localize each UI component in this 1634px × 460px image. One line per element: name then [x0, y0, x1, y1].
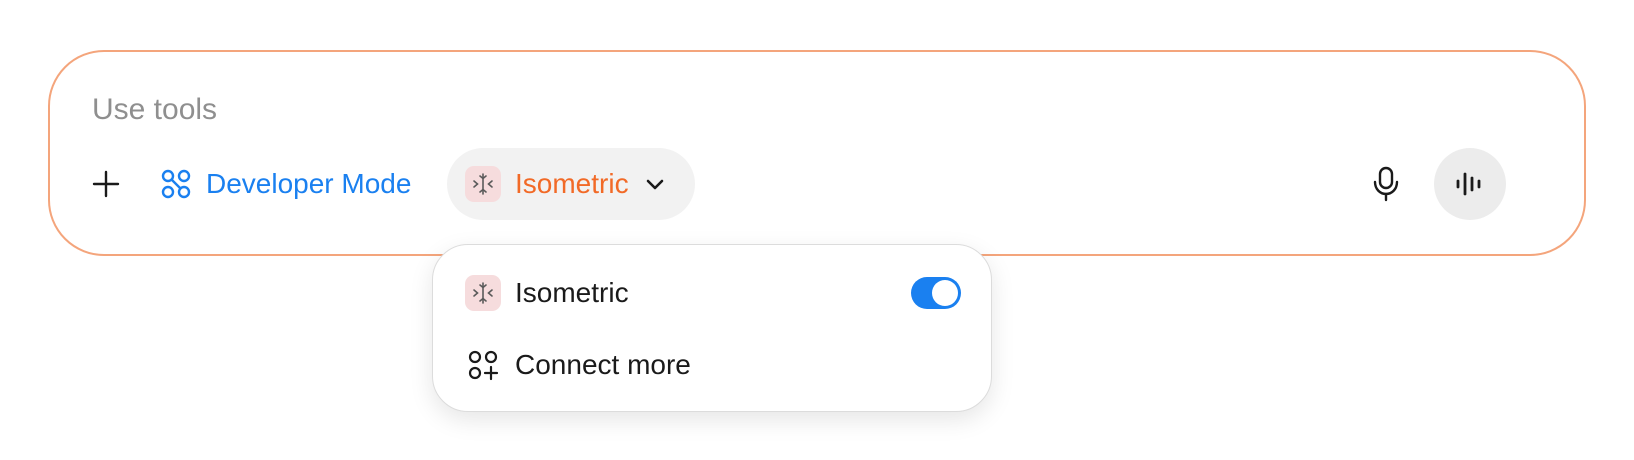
menu-item-label: Isometric	[515, 277, 629, 308]
isometric-toggle[interactable]	[911, 277, 961, 309]
isometric-app-icon	[465, 275, 501, 311]
prompt-input[interactable]	[92, 90, 1192, 130]
tools-dropdown-menu: Isometric Connect more	[432, 244, 992, 412]
plus-icon	[92, 170, 120, 198]
developer-mode-label: Developer Mode	[206, 168, 412, 199]
voice-waveform-icon	[1456, 172, 1481, 196]
menu-item-isometric[interactable]: Isometric	[465, 271, 961, 315]
toggle-knob	[932, 280, 958, 306]
chevron-down-icon	[646, 179, 663, 190]
connect-more-icon	[465, 347, 501, 383]
add-button[interactable]	[88, 166, 124, 202]
tool-selector-chip[interactable]: Isometric	[447, 148, 695, 220]
microphone-button[interactable]	[1366, 164, 1406, 204]
tool-chip-label: Isometric	[515, 168, 629, 199]
developer-mode-button[interactable]: Developer Mode	[160, 164, 411, 204]
microphone-icon	[1373, 166, 1399, 202]
isometric-app-icon	[465, 166, 501, 202]
voice-mode-button[interactable]	[1434, 148, 1506, 220]
menu-item-label: Connect more	[515, 349, 691, 380]
developer-mode-icon	[161, 169, 191, 199]
composer: Developer Mode Isometric	[48, 50, 1586, 256]
menu-item-connect-more[interactable]: Connect more	[465, 343, 961, 387]
